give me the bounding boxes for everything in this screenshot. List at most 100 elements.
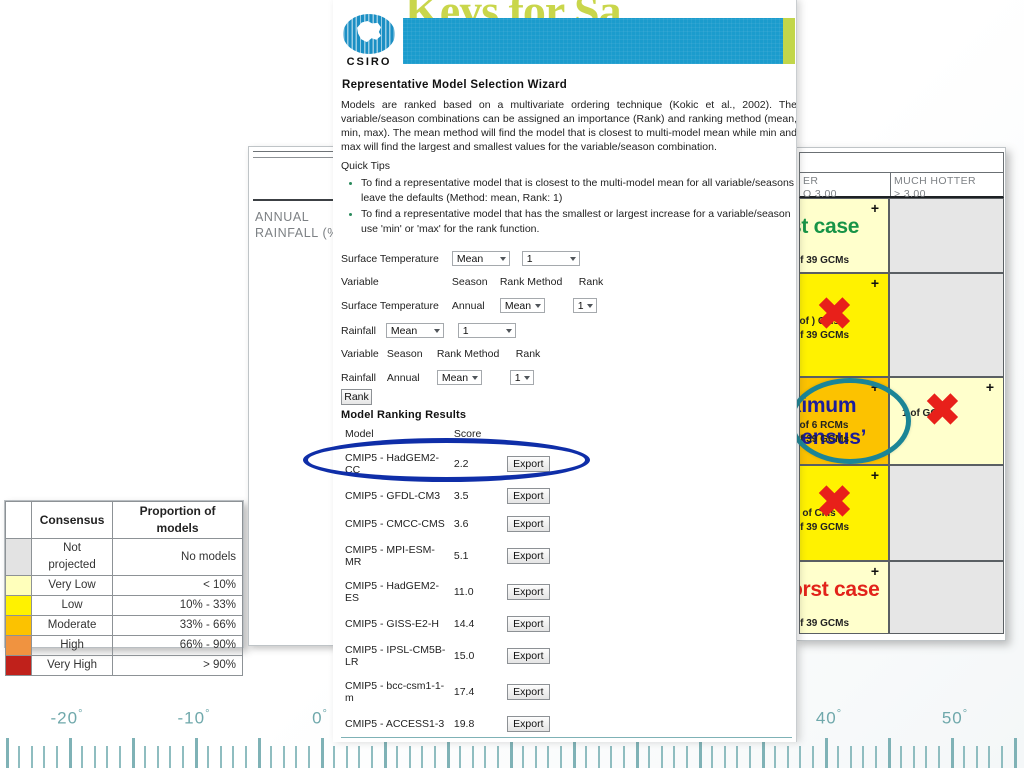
matrix-cell-right[interactable]	[889, 273, 1004, 377]
export-button[interactable]: Export	[507, 456, 550, 472]
select-rank-value: 1	[526, 253, 533, 265]
ruler-tick-minor	[534, 746, 537, 768]
ruler-tick-minor	[874, 746, 877, 768]
table-row[interactable]: CMIP5 - CMCC-CMS 3.6 Export	[341, 510, 796, 538]
ruler-tick-minor	[811, 746, 814, 768]
select-rank-method-rainfall[interactable]: Mean	[436, 370, 482, 385]
result-model-name: CMIP5 - HadGEM2-ES	[345, 580, 439, 604]
matrix-cell-count-line2: of 39 GCMs	[799, 618, 850, 629]
ruler-label-2: 0°	[312, 708, 328, 728]
legend-consensus-header: Consensus	[30, 501, 114, 539]
annual-rainfall-axis-panel: ANNUAL RAINFALL (%)	[248, 146, 344, 646]
matrix-column-header-hotter: ER O 3.00	[800, 173, 890, 200]
ruler-tick-minor	[345, 746, 348, 768]
matrix-cell-right[interactable]	[889, 198, 1004, 273]
legend-consensus-label: Not projected	[30, 538, 114, 576]
export-button[interactable]: Export	[507, 584, 550, 600]
chevron-down-icon	[523, 376, 530, 380]
matrix-row: +l of ) CMsof 39 GCMs✖	[799, 273, 1004, 377]
banner-accent-bar	[783, 18, 795, 64]
axis-label: ANNUAL RAINFALL (%)	[255, 209, 344, 241]
legend-proportion-value: 33% - 66%	[112, 615, 243, 636]
export-button[interactable]: Export	[507, 488, 550, 504]
matrix-cell-count-line2: of 39 GCMs	[799, 255, 850, 266]
legend-row: Very Low < 10%	[5, 575, 243, 596]
select-method-rainfall-top[interactable]: Mean	[385, 323, 444, 338]
select-rank-method-surface-temperature[interactable]: Mean	[499, 298, 545, 313]
export-button[interactable]: Export	[507, 548, 550, 564]
matrix-cell-left[interactable]: + st case of 39 GCMs	[799, 198, 889, 273]
ruler-tick-minor	[408, 746, 411, 768]
form-headers-row-2: Variable Season Rank Method Rank	[341, 348, 540, 360]
results-header-row: Model Score	[341, 428, 796, 446]
ruler-tick-minor	[106, 746, 109, 768]
ruler-tick-minor	[610, 746, 613, 768]
ruler-tick-minor	[118, 746, 121, 768]
rank-button[interactable]: Rank	[341, 389, 372, 405]
export-button[interactable]: Export	[507, 716, 550, 732]
export-button[interactable]: Export	[507, 684, 550, 700]
legend-color-swatch	[5, 615, 32, 636]
export-button[interactable]: Export	[507, 616, 550, 632]
model-ranking-results-table: Model Score CMIP5 - HadGEM2-CC 2.2 Export C…	[341, 428, 796, 742]
select-rank-surface-temperature[interactable]: 1	[572, 298, 597, 313]
ruler-tick-minor	[55, 746, 58, 768]
result-model-name: CMIP5 - CMCC-CMS	[345, 518, 445, 530]
ruler-tick-major	[194, 738, 198, 768]
table-row[interactable]: CMIP5 - HadGEM2-CC 2.2 Export	[341, 446, 796, 482]
ruler-tick-minor	[648, 746, 651, 768]
form-label-surface-temperature: Surface Temperature	[341, 252, 439, 265]
table-row[interactable]: CMIP5 - GISS-E2-H 14.4 Export	[341, 610, 796, 638]
ruler-tick-minor	[93, 746, 96, 768]
ruler-tick-major	[824, 738, 828, 768]
ruler-tick-minor	[421, 746, 424, 768]
table-row[interactable]: CMIP5 - ACCESS1-3 19.8 Export	[341, 710, 796, 738]
table-row[interactable]: CMIP5 - CSIRO-Mk3-6-021.6Export	[341, 738, 796, 742]
export-button[interactable]: Export	[507, 516, 550, 532]
header-variable-1: Variable	[341, 276, 379, 288]
matrix-column-header-much-hotter: MUCH HOTTER > 3.00	[890, 173, 1005, 200]
matrix-cell-right[interactable]: +1 of GCMs ✖	[889, 377, 1004, 465]
results-body: CMIP5 - HadGEM2-CC 2.2 Export CMIP5 - GFDL-…	[341, 446, 796, 742]
legend-proportion-value: > 90%	[112, 655, 243, 676]
matrix-cell-left[interactable]: +l of ) CMsof 39 GCMs✖	[799, 273, 889, 377]
select-rank-rainfall-top[interactable]: 1	[457, 323, 516, 338]
export-button[interactable]: Export	[507, 648, 550, 664]
ruler-tick-minor	[748, 746, 751, 768]
matrix-cell-right[interactable]	[889, 465, 1004, 561]
ruler-tick-minor	[43, 746, 46, 768]
table-row[interactable]: CMIP5 - IPSL-CM5B-LR 15.0 Export	[341, 638, 796, 674]
table-row[interactable]: CMIP5 - MPI-ESM-MR 5.1 Export	[341, 538, 796, 574]
legend-consensus-label: Very High	[30, 655, 114, 676]
chevron-down-icon	[471, 376, 478, 380]
plus-icon: +	[985, 379, 994, 395]
legend-proportion-value: No models	[112, 538, 243, 576]
ruler-label-4: 50°	[941, 708, 969, 728]
select-rank-rainfall[interactable]: 1	[509, 370, 534, 385]
result-action-cell: Export	[503, 510, 796, 538]
select-rank-surface-temperature-top[interactable]: 1	[521, 251, 580, 266]
legend-color-swatch	[5, 538, 32, 576]
header-banner	[403, 18, 795, 64]
result-score-value: 19.8	[453, 718, 475, 730]
matrix-cell-left[interactable]: +ximumsensus’l of 6 RCMsof 39 GCMs	[799, 377, 889, 465]
plus-icon: +	[870, 563, 879, 579]
table-row[interactable]: CMIP5 - HadGEM2-ES 11.0 Export	[341, 574, 796, 610]
ruler-tick-minor	[799, 746, 802, 768]
matrix-cell-scenario-label: st case	[800, 215, 860, 238]
result-model-name: CMIP5 - MPI-ESM-MR	[345, 544, 435, 568]
select-method-surface-temperature-top[interactable]: Mean	[451, 251, 510, 266]
panel-divider-top	[253, 151, 341, 152]
matrix-cell-left[interactable]: +3 of CMsof 39 GCMs✖	[799, 465, 889, 561]
table-row[interactable]: CMIP5 - bcc-csm1-1-m 17.4 Export	[341, 674, 796, 710]
ruler-tick-minor	[295, 746, 298, 768]
legend-color-swatch	[5, 595, 32, 616]
matrix-cell-count-line2: of 39 GCMs	[799, 434, 850, 445]
ruler-tick-minor	[660, 746, 663, 768]
page-title: Representative Model Selection Wizard	[342, 79, 568, 91]
matrix-cell-right[interactable]	[889, 561, 1004, 634]
ruler-tick-minor	[459, 746, 462, 768]
table-row[interactable]: CMIP5 - GFDL-CM3 3.5 Export	[341, 482, 796, 510]
ruler-tick-minor	[244, 746, 247, 768]
matrix-cell-left[interactable]: +orst case of 39 GCMs	[799, 561, 889, 634]
